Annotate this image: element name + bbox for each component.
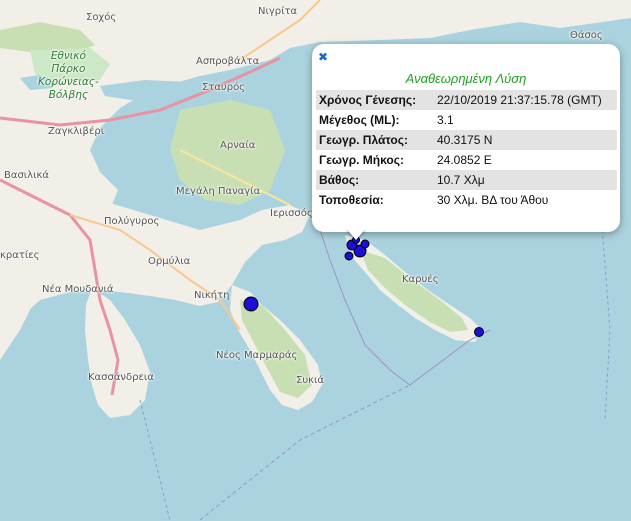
popup-pointer (346, 228, 366, 240)
place-label: Ζαγκλιβέρι (48, 126, 105, 137)
row-key: Χρόνος Γένεσης: (316, 90, 434, 110)
place-label: Καρυές (402, 274, 439, 285)
place-label: Νιγρίτα (258, 6, 298, 17)
row-key: Γεωγρ. Πλάτος: (316, 130, 434, 150)
place-label: Κασσάνδρεια (88, 372, 154, 383)
row-value: 40.3175 N (434, 130, 617, 150)
row-value: 30 Χλμ. ΒΔ του Άθου (437, 193, 549, 207)
row-value: 24.0852 E (437, 153, 492, 167)
row-key: Βάθος: (316, 170, 434, 190)
row-value: 3.1 (437, 113, 454, 127)
earthquake-marker[interactable] (344, 251, 354, 261)
table-row: Τοποθεσία: 30 Χλμ. ΒΔ του Άθου (316, 190, 617, 210)
place-label: Ασπροβάλτα (196, 56, 260, 67)
row-key: Τοποθεσία: (319, 193, 384, 207)
earthquake-marker[interactable] (360, 239, 370, 249)
row-key: Γεωγρ. Μήκος: (319, 153, 404, 167)
place-label: Νικήτη (194, 290, 230, 301)
forest-athos (360, 250, 468, 332)
earthquake-info-popup: ✖ Αναθεωρημένη Λύση Χρόνος Γένεσης: 22/1… (312, 44, 620, 232)
row-key: Μέγεθος (ML): (319, 113, 400, 127)
place-label: Ιερισσός (270, 208, 313, 219)
park-label: Εθνικό Πάρκο Κορώνειας- Βόλβης (38, 50, 99, 101)
table-row: Χρόνος Γένεσης: 22/10/2019 21:37:15.78 (… (316, 90, 617, 110)
place-label: Σοχός (86, 12, 117, 23)
earthquake-marker[interactable] (243, 296, 259, 312)
place-label: Βασιλικά (4, 170, 49, 181)
popup-title: Αναθεωρημένη Λύση (405, 71, 527, 86)
table-row: Βάθος: 10.7 Χλμ (316, 170, 617, 190)
table-row: Γεωγρ. Μήκος: 24.0852 E (316, 150, 617, 170)
ferry-line (139, 399, 171, 521)
table-row: Γεωγρ. Πλάτος: 40.3175 N (316, 130, 617, 150)
place-label: Σταυρός (202, 82, 246, 93)
place-label: Συκιά (296, 375, 324, 386)
table-row: Μέγεθος (ML): 3.1 (316, 110, 617, 130)
earthquake-info-table: Χρόνος Γένεσης: 22/10/2019 21:37:15.78 (… (316, 90, 617, 210)
row-value: 10.7 Χλμ (434, 170, 617, 190)
place-label: Αρναία (220, 140, 256, 151)
place-label: κρατίες (0, 250, 40, 261)
place-label: Μεγάλη Παναγία (176, 186, 261, 197)
place-label: Νέα Μουδανιά (42, 284, 114, 295)
place-label: Θάσος (570, 30, 603, 41)
place-label: Πολύγυρος (104, 216, 160, 227)
place-label: Ορμύλια (148, 256, 191, 267)
row-value: 22/10/2019 21:37:15.78 (GMT) (434, 90, 617, 110)
place-label: Νέος Μαρμαράς (216, 350, 298, 361)
close-icon[interactable]: ✖ (318, 50, 328, 64)
earthquake-marker[interactable] (474, 327, 484, 337)
